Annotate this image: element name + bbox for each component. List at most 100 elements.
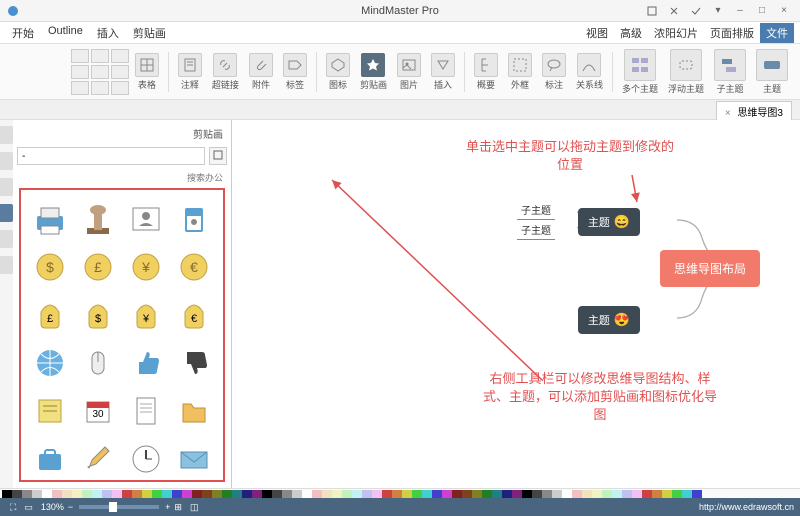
clipart-pencil[interactable] [77,438,119,480]
ribbon-clipart[interactable]: 剪贴画 [356,53,391,91]
color-swatch[interactable] [192,490,202,498]
color-swatch[interactable] [292,490,302,498]
color-swatch[interactable] [302,490,312,498]
clipart-bag-yen[interactable]: ¥ [125,294,167,336]
color-swatch[interactable] [532,490,542,498]
color-swatch[interactable] [332,490,342,498]
color-palette[interactable] [0,488,800,498]
menu-insert[interactable]: 插入 [91,23,125,43]
color-swatch[interactable] [652,490,662,498]
clipart-id-badge[interactable] [173,198,215,240]
clipart-mouse[interactable] [77,342,119,384]
color-swatch[interactable] [232,490,242,498]
color-swatch[interactable] [2,490,12,498]
color-swatch[interactable] [92,490,102,498]
ribbon-multi[interactable]: 多个主题 [618,49,662,95]
mindmap-sub-1[interactable]: 子主题 [517,200,555,220]
ribbon-link[interactable]: 超链接 [208,53,243,91]
side-tab-task-icon[interactable] [0,230,13,248]
menu-slide[interactable]: 浓阳幻片 [648,23,704,43]
color-swatch[interactable] [682,490,692,498]
color-swatch[interactable] [32,490,42,498]
color-swatch[interactable] [182,490,192,498]
ribbon-subtopic[interactable]: 子主题 [710,49,750,95]
mindmap-sub-2[interactable]: 子主题 [517,220,555,240]
color-swatch[interactable] [252,490,262,498]
color-swatch[interactable] [82,490,92,498]
qat-icon-1[interactable] [644,4,660,18]
close-button[interactable]: × [776,4,792,18]
color-swatch[interactable] [102,490,112,498]
color-swatch[interactable] [152,490,162,498]
color-swatch[interactable] [112,490,122,498]
color-swatch[interactable] [472,490,482,498]
color-swatch[interactable] [172,490,182,498]
clipart-bag-euro[interactable]: € [173,294,215,336]
color-swatch[interactable] [642,490,652,498]
color-swatch[interactable] [672,490,682,498]
clipart-stamp[interactable] [77,198,119,240]
clipart-coin-pound[interactable]: £ [77,246,119,288]
color-swatch[interactable] [352,490,362,498]
color-swatch[interactable] [12,490,22,498]
menu-outline[interactable]: Outline [42,23,89,43]
ribbon-boundary[interactable]: 外框 [504,53,536,91]
clipart-search-input[interactable] [17,147,205,165]
color-swatch[interactable] [482,490,492,498]
menu-clipart[interactable]: 剪贴画 [127,23,172,43]
status-fit-icon[interactable]: ▭ [20,502,37,513]
color-swatch[interactable] [662,490,672,498]
clipart-thumbs-up[interactable] [125,342,167,384]
ribbon-attach[interactable]: 附件 [245,53,277,91]
color-swatch[interactable] [692,490,702,498]
ribbon-tag[interactable]: 标签 [279,53,311,91]
clipart-clock[interactable] [125,438,167,480]
ribbon-stack[interactable] [111,49,129,95]
side-tab-style-icon[interactable] [0,152,13,170]
ribbon-float[interactable]: 浮动主题 [664,49,708,95]
color-swatch[interactable] [72,490,82,498]
color-swatch[interactable] [592,490,602,498]
qat-icon-2[interactable] [666,4,682,18]
zoom-out-icon[interactable]: − [68,502,73,512]
color-swatch[interactable] [492,490,502,498]
color-swatch[interactable] [52,490,62,498]
color-swatch[interactable] [132,490,142,498]
menu-file[interactable]: 文件 [760,23,794,43]
color-swatch[interactable] [502,490,512,498]
color-swatch[interactable] [62,490,72,498]
ribbon-callout[interactable]: 标注 [538,53,570,91]
menu-start[interactable]: 开始 [6,23,40,43]
color-swatch[interactable] [42,490,52,498]
color-swatch[interactable] [22,490,32,498]
clipart-note[interactable] [29,390,71,432]
clipart-bag-pound[interactable]: £ [29,294,71,336]
color-swatch[interactable] [602,490,612,498]
clipart-thumbs-down[interactable] [173,342,215,384]
color-swatch[interactable] [582,490,592,498]
ribbon-picture[interactable]: 图片 [393,53,425,91]
clipart-coin-dollar[interactable]: $ [29,246,71,288]
color-swatch[interactable] [402,490,412,498]
ribbon-summary[interactable]: 概要 [470,53,502,91]
color-swatch[interactable] [312,490,322,498]
clipart-briefcase[interactable] [29,438,71,480]
clipart-globe[interactable] [29,342,71,384]
color-swatch[interactable] [412,490,422,498]
status-view-icon[interactable]: ⊞ [170,502,186,513]
color-swatch[interactable] [432,490,442,498]
ribbon-insert[interactable]: 插入 [427,53,459,91]
color-swatch[interactable] [422,490,432,498]
side-tab-clipart-icon[interactable] [0,204,13,222]
clipart-coin-euro[interactable]: € [173,246,215,288]
color-swatch[interactable] [622,490,632,498]
color-swatch[interactable] [552,490,562,498]
color-swatch[interactable] [522,490,532,498]
color-swatch[interactable] [162,490,172,498]
minimize-button[interactable]: – [732,4,748,18]
status-nav-icon[interactable]: ◫ [186,502,203,513]
color-swatch[interactable] [442,490,452,498]
color-swatch[interactable] [282,490,292,498]
color-swatch[interactable] [512,490,522,498]
canvas[interactable]: 思维导图布局 😄主题 😍主题 子主题 子主题 单击选中主题可以拖动主题到修改的位… [232,120,800,488]
